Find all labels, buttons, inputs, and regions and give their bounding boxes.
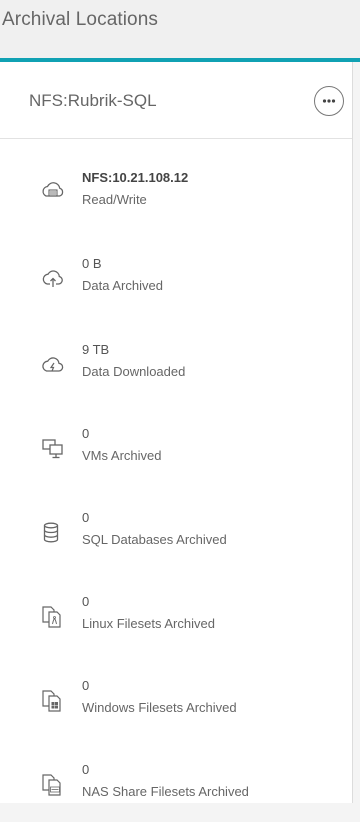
stat-label: Data Archived [82,278,163,293]
panel-header: Archival Locations [0,0,360,58]
stat-value: 0 [82,678,90,693]
location-name[interactable]: NFS:Rubrik-SQL [29,91,157,111]
stat-label: Linux Filesets Archived [82,616,215,631]
nfs-storage-icon [40,178,66,204]
linux-fileset-icon [40,604,66,630]
ellipsis-icon [322,99,336,103]
stat-value: 0 B [82,256,102,271]
archival-location-card: NFS:Rubrik-SQL NFS:10.21.108.12 Read/Wri… [0,62,353,803]
stat-label: SQL Databases Archived [82,532,227,547]
stat-row-data-archived: 0 B Data Archived [0,246,352,316]
stat-row-linux-filesets-archived: 0 Linux Filesets Archived [0,584,352,654]
stat-row-data-downloaded: 9 TB Data Downloaded [0,332,352,402]
panel-title: Archival Locations [2,9,158,30]
card-header: NFS:Rubrik-SQL [0,62,352,139]
stat-row-nas-share-filesets-archived: 0 NAS Share Filesets Archived [0,752,352,822]
stat-value: 0 [82,762,90,777]
more-options-button[interactable] [314,86,344,116]
stat-label: Windows Filesets Archived [82,700,237,715]
stat-row-windows-filesets-archived: 0 Windows Filesets Archived [0,668,352,738]
stat-value: 0 [82,594,90,609]
stat-label: NAS Share Filesets Archived [82,784,249,799]
stat-value: 9 TB [82,342,110,357]
stat-row-location-type: NFS:10.21.108.12 Read/Write [0,158,352,228]
stat-label: VMs Archived [82,448,162,463]
stat-value: 0 [82,426,90,441]
stat-row-vms-archived: 0 VMs Archived [0,416,352,486]
database-icon [40,520,66,546]
nas-fileset-icon [40,772,66,798]
cloud-download-icon [40,352,66,378]
stat-value: 0 [82,510,90,525]
cloud-upload-icon [40,266,66,292]
stat-row-sql-databases-archived: 0 SQL Databases Archived [0,500,352,570]
windows-fileset-icon [40,688,66,714]
stat-label: Data Downloaded [82,364,186,379]
vm-icon [40,436,66,462]
stat-label: Read/Write [82,192,147,207]
stat-value: NFS:10.21.108.12 [82,170,189,185]
